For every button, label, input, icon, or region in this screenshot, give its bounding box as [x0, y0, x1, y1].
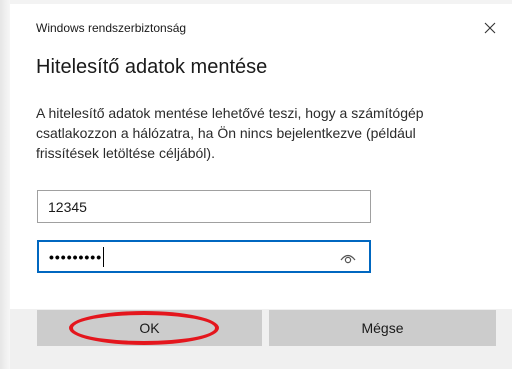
- credential-dialog: Windows rendszerbiztonság Hitelesítő ada…: [0, 0, 512, 369]
- dialog-message: A hitelesítő adatok mentése lehetővé tes…: [36, 105, 424, 161]
- close-icon: [484, 22, 496, 34]
- window-title: Windows rendszerbiztonság: [36, 21, 187, 35]
- username-field[interactable]: 12345: [37, 190, 371, 223]
- eye-icon[interactable]: [339, 249, 357, 265]
- text-caret: [103, 246, 105, 267]
- close-button[interactable]: [478, 16, 502, 40]
- cancel-button-label: Mégse: [361, 320, 404, 336]
- dialog-heading: Hitelesítő adatok mentése: [36, 56, 268, 78]
- window-top-edge: [10, 0, 512, 4]
- ok-button[interactable]: OK: [37, 310, 262, 346]
- cancel-button[interactable]: Mégse: [269, 310, 496, 346]
- ok-button-label: OK: [139, 320, 160, 336]
- password-masked-value: •••••••••: [49, 248, 103, 265]
- window-edge-shadow: [0, 0, 10, 369]
- password-field[interactable]: •••••••••: [37, 240, 371, 273]
- username-value: 12345: [48, 198, 87, 215]
